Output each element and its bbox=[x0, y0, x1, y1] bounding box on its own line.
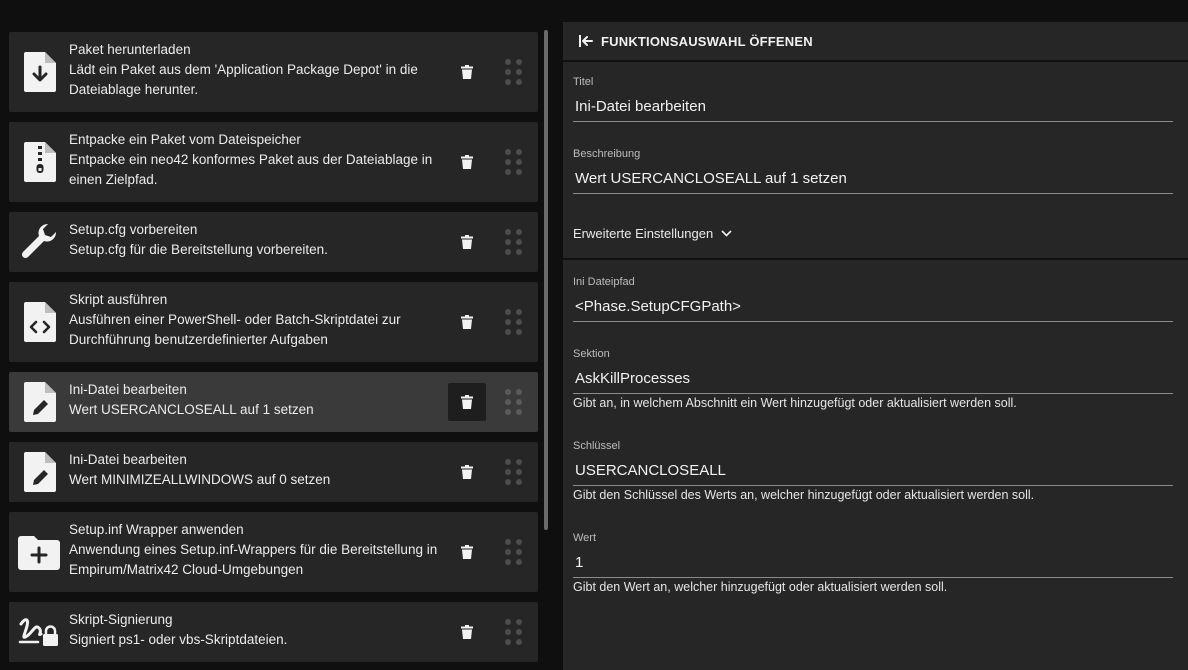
value-input[interactable]: 1 bbox=[573, 552, 1173, 578]
step-title: Skript ausführen bbox=[69, 292, 168, 307]
app: Paket herunterladen Lädt ein Paket aus d… bbox=[0, 0, 1188, 670]
step-description: Anwendung eines Setup.inf-Wrappers für d… bbox=[69, 542, 438, 577]
trash-icon bbox=[461, 65, 473, 79]
delete-button[interactable] bbox=[448, 613, 486, 651]
step-card[interactable]: Entpacke ein Paket vom Dateispeicher Ent… bbox=[9, 122, 538, 202]
field-label: Beschreibung bbox=[573, 148, 641, 160]
ini-path-field[interactable]: Ini Dateipfad <Phase.SetupCFGPath> bbox=[573, 276, 1173, 322]
step-text: Ini-Datei bearbeiten Wert USERCANCLOSEAL… bbox=[69, 380, 449, 420]
trash-icon bbox=[461, 155, 473, 169]
drag-handle[interactable] bbox=[503, 57, 523, 87]
step-description: Wert USERCANCLOSEALL auf 1 setzen bbox=[69, 402, 314, 417]
step-text: Skript ausführen Ausführen einer PowerSh… bbox=[69, 290, 449, 350]
step-title: Ini-Datei bearbeiten bbox=[69, 382, 187, 397]
step-text: Setup.inf Wrapper anwenden Anwendung ein… bbox=[69, 520, 449, 580]
step-card[interactable]: Paket herunterladen Lädt ein Paket aus d… bbox=[9, 32, 538, 112]
delete-button[interactable] bbox=[448, 53, 486, 91]
description-input[interactable]: Wert USERCANCLOSEALL auf 1 setzen bbox=[573, 168, 1173, 194]
key-field[interactable]: Schlüssel USERCANCLOSEALL Gibt den Schlü… bbox=[573, 440, 1173, 502]
step-description: Signiert ps1- oder vbs-Skriptdateien. bbox=[69, 632, 288, 647]
step-card[interactable]: Skript ausführen Ausführen einer PowerSh… bbox=[9, 282, 538, 362]
trash-icon bbox=[461, 465, 473, 479]
delete-button[interactable] bbox=[448, 453, 486, 491]
signature-lock-icon bbox=[18, 610, 62, 654]
step-title: Paket herunterladen bbox=[69, 42, 191, 57]
field-label: Ini Dateipfad bbox=[573, 276, 635, 288]
field-hint: Gibt an, in welchem Abschnitt ein Wert h… bbox=[573, 396, 1017, 410]
section-field[interactable]: Sektion AskKillProcesses Gibt an, in wel… bbox=[573, 348, 1173, 410]
field-label: Titel bbox=[573, 76, 594, 88]
advanced-settings-toggle[interactable]: Erweiterte Einstellungen bbox=[573, 226, 732, 241]
step-card[interactable]: Ini-Datei bearbeiten Wert MINIMIZEALLWIN… bbox=[9, 442, 538, 502]
drag-handle[interactable] bbox=[503, 617, 523, 647]
detail-panel: FUNKTIONSAUSWAHL ÖFFENEN Titel Ini-Datei… bbox=[563, 22, 1188, 670]
trash-icon bbox=[461, 235, 473, 249]
step-title: Setup.inf Wrapper anwenden bbox=[69, 522, 244, 537]
divider bbox=[563, 258, 1188, 260]
step-text: Paket herunterladen Lädt ein Paket aus d… bbox=[69, 40, 449, 100]
file-edit-icon bbox=[22, 380, 58, 424]
step-card[interactable]: Setup.inf Wrapper anwenden Anwendung ein… bbox=[9, 512, 538, 592]
chevron-down-icon bbox=[721, 230, 732, 237]
delete-button[interactable] bbox=[448, 383, 486, 421]
drag-handle[interactable] bbox=[503, 307, 523, 337]
section-input[interactable]: AskKillProcesses bbox=[573, 368, 1173, 394]
scrollbar[interactable] bbox=[544, 30, 548, 530]
step-description: Ausführen einer PowerShell- oder Batch-S… bbox=[69, 312, 401, 347]
step-text: Ini-Datei bearbeiten Wert MINIMIZEALLWIN… bbox=[69, 450, 449, 490]
drag-handle[interactable] bbox=[503, 387, 523, 417]
step-card-selected[interactable]: Ini-Datei bearbeiten Wert USERCANCLOSEAL… bbox=[9, 372, 538, 432]
step-title: Skript-Signierung bbox=[69, 612, 173, 627]
field-label: Wert bbox=[573, 532, 597, 544]
header-label: FUNKTIONSAUSWAHL ÖFFENEN bbox=[601, 33, 813, 49]
delete-button[interactable] bbox=[448, 533, 486, 571]
step-card[interactable]: Skript-Signierung Signiert ps1- oder vbs… bbox=[9, 602, 538, 662]
trash-icon bbox=[461, 545, 473, 559]
delete-button[interactable] bbox=[448, 143, 486, 181]
drag-handle[interactable] bbox=[503, 537, 523, 567]
step-text: Skript-Signierung Signiert ps1- oder vbs… bbox=[69, 610, 449, 650]
delete-button[interactable] bbox=[448, 223, 486, 261]
wrench-icon bbox=[19, 220, 61, 264]
description-field[interactable]: Beschreibung Wert USERCANCLOSEALL auf 1 … bbox=[573, 148, 1173, 194]
step-title: Entpacke ein Paket vom Dateispeicher bbox=[69, 132, 301, 147]
drag-handle[interactable] bbox=[503, 457, 523, 487]
value-field[interactable]: Wert 1 Gibt den Wert an, welcher hinzuge… bbox=[573, 532, 1173, 594]
title-input[interactable]: Ini-Datei bearbeiten bbox=[573, 96, 1173, 122]
step-description: Wert MINIMIZEALLWINDOWS auf 0 setzen bbox=[69, 472, 331, 487]
field-label: Sektion bbox=[573, 348, 610, 360]
open-function-selection-button[interactable]: FUNKTIONSAUSWAHL ÖFFENEN bbox=[563, 22, 1188, 60]
step-description: Setup.cfg für die Bereitstellung vorbere… bbox=[69, 242, 328, 257]
step-description: Lädt ein Paket aus dem 'Application Pack… bbox=[69, 62, 418, 97]
folder-plus-icon bbox=[18, 530, 60, 574]
advanced-settings-label: Erweiterte Einstellungen bbox=[573, 226, 714, 241]
trash-icon bbox=[461, 315, 473, 329]
step-text: Entpacke ein Paket vom Dateispeicher Ent… bbox=[69, 130, 449, 190]
step-card[interactable]: Setup.cfg vorbereiten Setup.cfg für die … bbox=[9, 212, 538, 272]
trash-icon bbox=[461, 395, 473, 409]
delete-button[interactable] bbox=[448, 303, 486, 341]
field-hint: Gibt den Schlüssel des Werts an, welcher… bbox=[573, 488, 1035, 502]
key-input[interactable]: USERCANCLOSEALL bbox=[573, 460, 1173, 486]
file-download-icon bbox=[22, 50, 58, 94]
step-title: Ini-Datei bearbeiten bbox=[69, 452, 187, 467]
ini-path-input[interactable]: <Phase.SetupCFGPath> bbox=[573, 296, 1173, 322]
drag-handle[interactable] bbox=[503, 147, 523, 177]
file-zip-icon bbox=[22, 140, 58, 184]
file-code-icon bbox=[22, 300, 58, 344]
drag-handle[interactable] bbox=[503, 227, 523, 257]
trash-icon bbox=[461, 625, 473, 639]
step-text: Setup.cfg vorbereiten Setup.cfg für die … bbox=[69, 220, 449, 260]
step-title: Setup.cfg vorbereiten bbox=[69, 222, 198, 237]
title-field[interactable]: Titel Ini-Datei bearbeiten bbox=[573, 76, 1173, 122]
step-list: Paket herunterladen Lädt ein Paket aus d… bbox=[0, 0, 548, 670]
file-edit-icon bbox=[22, 450, 58, 494]
collapse-left-icon bbox=[579, 35, 593, 47]
divider bbox=[563, 60, 1188, 62]
step-description: Entpacke ein neo42 konformes Paket aus d… bbox=[69, 152, 433, 187]
field-hint: Gibt den Wert an, welcher hinzugefügt od… bbox=[573, 580, 948, 594]
field-label: Schlüssel bbox=[573, 440, 621, 452]
